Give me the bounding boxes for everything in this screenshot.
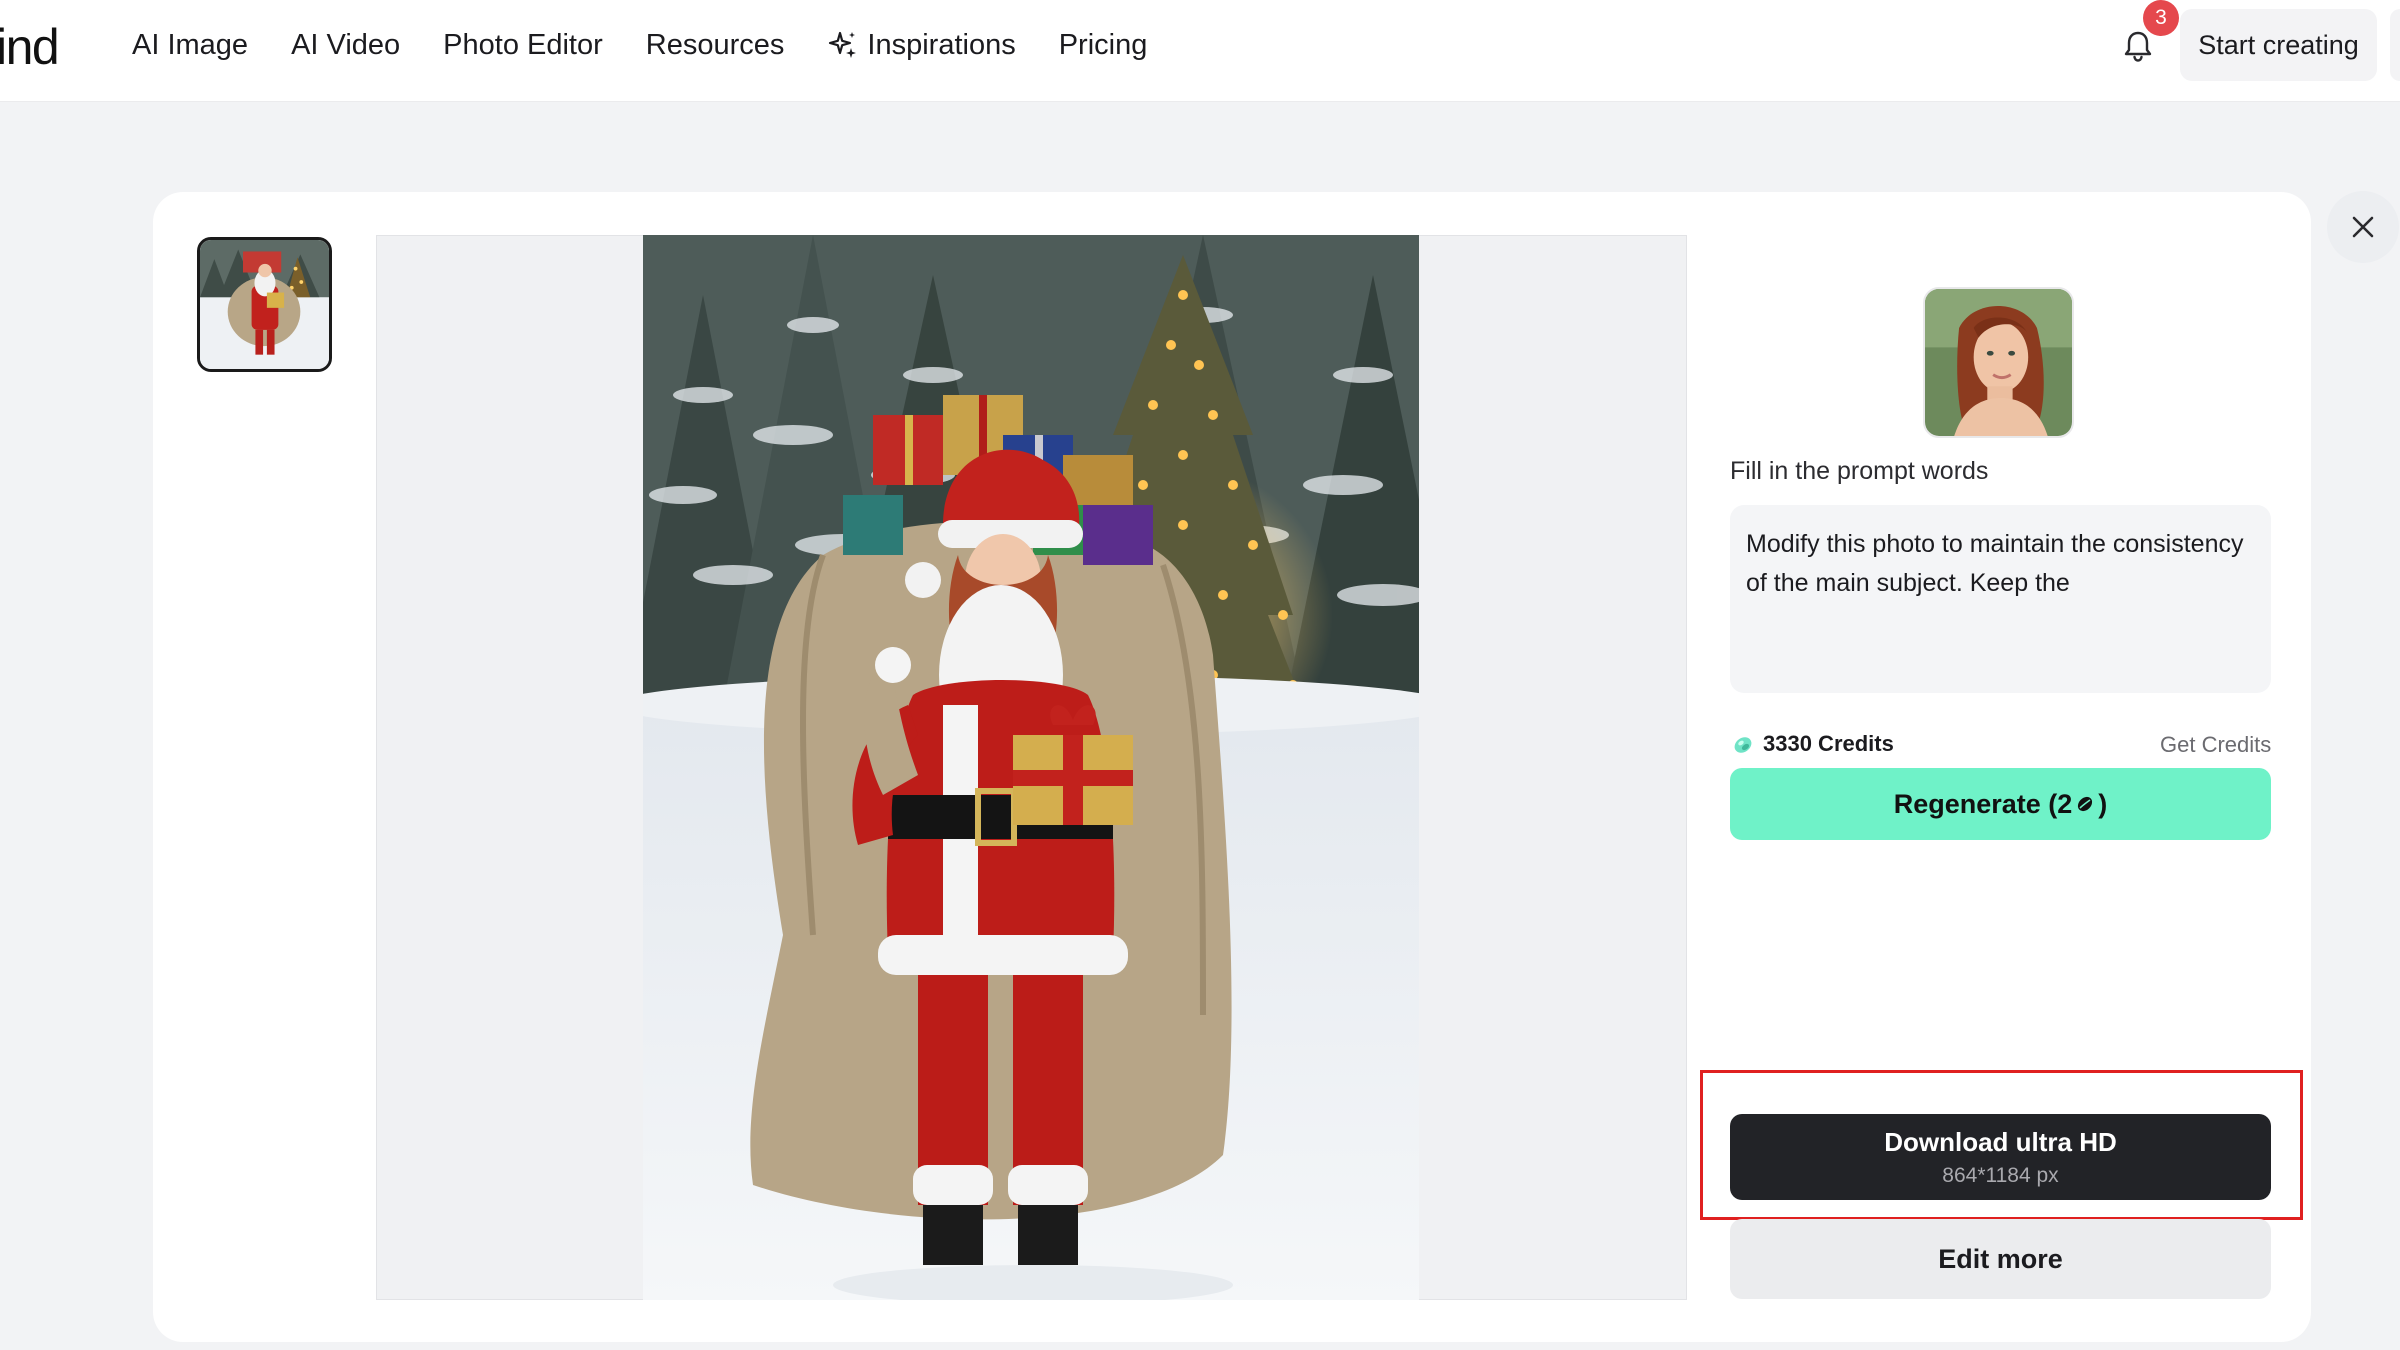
sparkle-icon: [829, 31, 857, 58]
nav-item-inspirations[interactable]: Inspirations: [827, 28, 1016, 62]
reference-face-avatar: [1923, 287, 2074, 438]
prompt-textarea[interactable]: Modify this photo to maintain the consis…: [1730, 505, 2271, 693]
credits-text: 3330 Credits: [1763, 731, 1894, 756]
start-creating-button[interactable]: Start creating: [2180, 9, 2377, 81]
close-button[interactable]: [2327, 191, 2399, 263]
credit-bean-icon: [2078, 796, 2093, 812]
download-label: Download ultra HD: [1884, 1126, 2117, 1157]
top-navigation-bar: ind AI Image AI Video Photo Editor Resou…: [0, 0, 2400, 102]
credits-balance: 3330 Credits: [1730, 731, 1894, 757]
account-button[interactable]: [2390, 9, 2400, 81]
logo[interactable]: ind: [0, 18, 60, 76]
nav-item-pricing[interactable]: Pricing: [1059, 29, 1148, 62]
nav-item-resources[interactable]: Resources: [646, 29, 785, 62]
prompt-label: Fill in the prompt words: [1730, 457, 1989, 485]
nav-item-ai-video[interactable]: AI Video: [291, 29, 400, 62]
nav-item-label: Photo Editor: [443, 28, 603, 61]
download-ultra-hd-button[interactable]: Download ultra HD 864*1184 px: [1730, 1114, 2271, 1200]
notification-badge: 3: [2143, 0, 2179, 36]
regenerate-button[interactable]: Regenerate (2 ): [1730, 768, 2271, 840]
nav-item-label: Resources: [645, 28, 785, 61]
nav-item-photo-editor[interactable]: Photo Editor: [443, 29, 603, 62]
main-nav: AI Image AI Video Photo Editor Resources…: [132, 0, 1190, 90]
nav-item-label: Pricing: [1058, 28, 1148, 61]
close-icon: [2352, 216, 2374, 238]
result-thumbnail[interactable]: [197, 237, 332, 372]
reference-face-image: [1925, 289, 2072, 436]
nav-item-label: AI Video: [291, 28, 401, 61]
generated-image: [643, 235, 1419, 1300]
regenerate-label-suffix: ): [2098, 788, 2108, 819]
thumbnail-image: [200, 240, 329, 369]
nav-item-ai-image[interactable]: AI Image: [132, 29, 248, 62]
credit-gem-icon: [1734, 737, 1752, 753]
santa-photo: [643, 235, 1419, 1300]
get-credits-link[interactable]: Get Credits: [2160, 732, 2271, 758]
regenerate-label: Regenerate (2: [1893, 788, 2073, 819]
edit-more-button[interactable]: Edit more: [1730, 1219, 2271, 1299]
nav-item-label: Inspirations: [867, 28, 1016, 61]
download-resolution: 864*1184 px: [1942, 1163, 2059, 1187]
nav-item-label: AI Image: [132, 28, 249, 61]
